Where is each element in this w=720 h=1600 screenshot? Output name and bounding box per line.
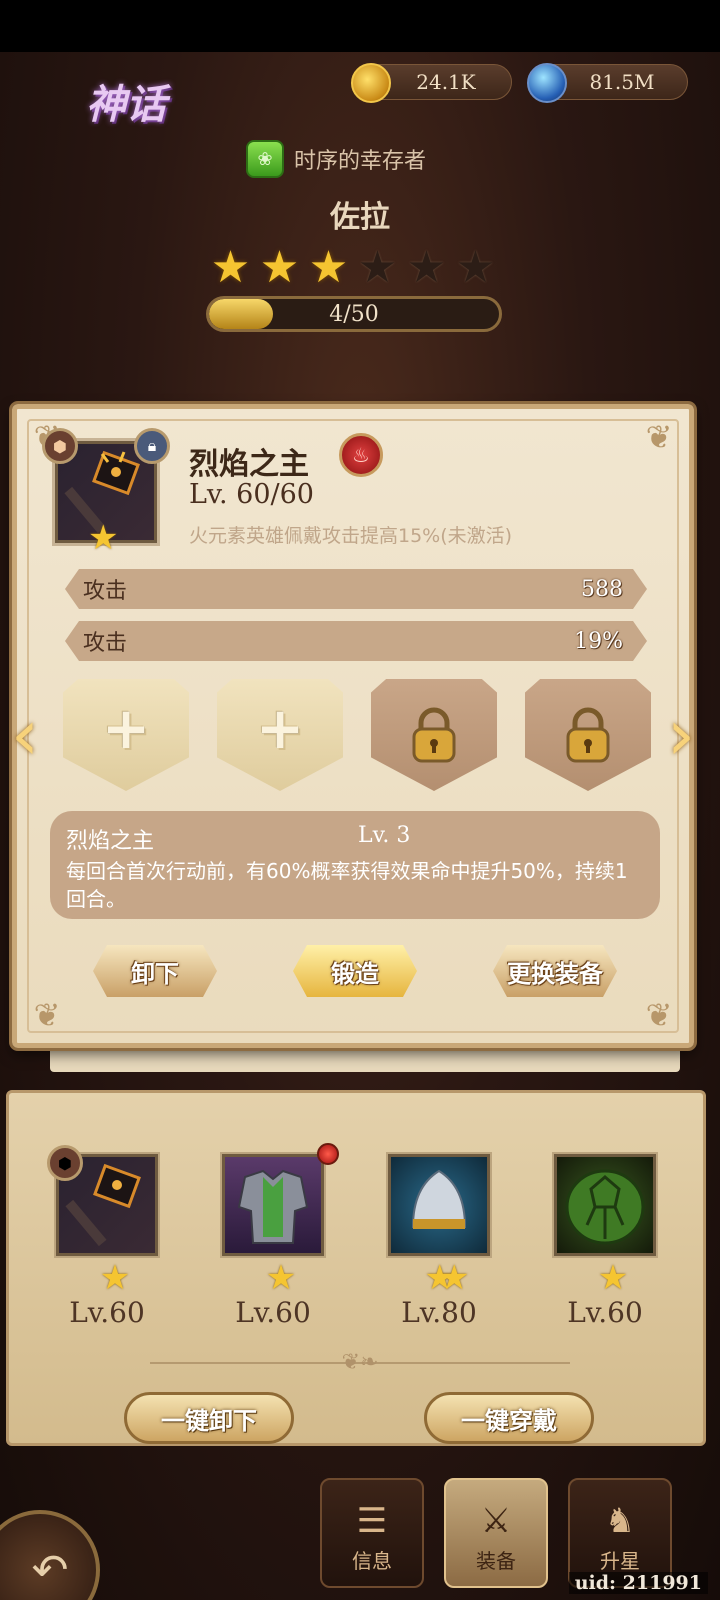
faction-icon: ❀: [246, 140, 284, 178]
user-id: uid: 211991: [568, 1572, 708, 1594]
unequip-button[interactable]: 卸下: [93, 945, 217, 997]
slot-level: Lv.60: [69, 1296, 145, 1329]
gold-coin-icon: [351, 63, 391, 103]
star-filled-icon: ★: [210, 242, 251, 293]
tab-star-up-label: 升星: [600, 1549, 640, 1573]
stat-label: 攻击: [83, 631, 128, 656]
plus-icon: +: [101, 694, 151, 762]
equip-slot-weapon[interactable]: ⬢: [47, 1145, 158, 1256]
gem-currency[interactable]: 81.5M: [527, 63, 688, 103]
equip-slot-helmet[interactable]: [388, 1154, 490, 1256]
info-icon: ☰: [356, 1501, 388, 1541]
armor-icon: [225, 1157, 321, 1253]
star-empty-icon: ★: [357, 242, 398, 293]
corner-ornament-icon: ❦: [645, 996, 673, 1034]
slot-stars: ★: [597, 1258, 628, 1298]
skill-name: 烈焰之主: [66, 829, 155, 854]
blue-gem-icon: [527, 63, 567, 103]
stat-value: 588: [581, 576, 623, 602]
equipment-icon: ⚔: [480, 1501, 512, 1541]
padlock-icon: [525, 707, 651, 778]
gold-currency[interactable]: 24.1K: [351, 63, 512, 103]
star-filled-icon: ★: [308, 242, 349, 293]
gem-slot-2[interactable]: +: [217, 679, 343, 791]
status-bar: [0, 0, 720, 52]
tab-equipment-label: 装备: [476, 1549, 516, 1573]
plus-icon: +: [255, 694, 305, 762]
rarity-label: 神话: [86, 81, 166, 128]
stat-label: 攻击: [83, 579, 128, 604]
gem-slot-4[interactable]: [525, 679, 651, 791]
slot-stars: ★: [265, 1258, 296, 1298]
gem-amount: 81.5M: [589, 70, 655, 94]
back-button[interactable]: ↶: [0, 1510, 100, 1600]
equip-all-button[interactable]: 一键穿戴: [424, 1392, 594, 1444]
item-level: Lv. 60/60: [189, 479, 314, 510]
corner-ornament-icon: ❦: [33, 996, 61, 1034]
tab-info-label: 信息: [352, 1549, 392, 1573]
forge-button[interactable]: 锻造: [293, 945, 417, 997]
next-item-arrow-icon[interactable]: ›: [659, 689, 703, 781]
stat-shelf-behind: [50, 1044, 680, 1072]
slot-stars: ★★: [424, 1258, 470, 1298]
notification-dot: [317, 1143, 339, 1165]
back-arrow-icon: ↶: [31, 1544, 69, 1596]
slot-level: Lv.60: [235, 1296, 311, 1329]
stat-row-attack-percent: 攻击 19%: [65, 621, 647, 661]
lock-toggle-icon[interactable]: 🔒︎: [134, 428, 170, 464]
slot-stars: ★: [99, 1258, 130, 1298]
skill-level: Lv. 3: [358, 823, 411, 848]
helmet-icon: [391, 1157, 487, 1253]
game-screen: 神话 24.1K 81.5M ❀ 时序的幸存者 佐拉 ★ ★ ★ ★ ★ ★ 4/50 ⬢: [0, 0, 720, 1600]
star-progress-bar: 4/50: [206, 296, 502, 332]
stat-row-attack: 攻击 588: [65, 569, 647, 609]
tab-info[interactable]: ☰ 信息: [320, 1478, 424, 1588]
hero-name: 佐拉: [330, 200, 390, 235]
weapon-type-badge-icon: ⬢: [42, 428, 78, 464]
slot-level: Lv.60: [567, 1296, 643, 1329]
star-filled-icon: ★: [259, 242, 300, 293]
prev-item-arrow-icon[interactable]: ‹: [3, 689, 47, 781]
corner-ornament-icon: ❦: [645, 418, 673, 456]
slot-level: Lv.80: [401, 1296, 477, 1329]
weapon-type-badge-icon: ⬢: [47, 1145, 83, 1181]
hero-star-rating: ★ ★ ★ ★ ★ ★: [208, 246, 498, 290]
equipment-detail-dialog: ❦ ❦ ❦ ❦ ⬢ 🔒︎ ★ 烈焰之主 ♨ Lv. 60/60 火元素英雄佩戴攻…: [11, 404, 695, 1048]
skill-description-box: 烈焰之主 Lv. 3 每回合首次行动前，有60%概率获得效果命中提升50%，持续…: [50, 811, 660, 919]
faction-label: ❀ 时序的幸存者: [246, 140, 426, 178]
gem-slot-1[interactable]: +: [63, 679, 189, 791]
fire-element-icon: ♨: [339, 433, 383, 477]
padlock-icon: [371, 707, 497, 778]
ornament-scroll-icon: ❦❧: [341, 1350, 379, 1375]
gold-amount: 24.1K: [416, 70, 476, 94]
equip-slot-accessory[interactable]: [554, 1154, 656, 1256]
skill-description: 每回合首次行动前，有60%概率获得效果命中提升50%，持续1回合。: [66, 859, 628, 911]
star-empty-icon: ★: [455, 242, 496, 293]
set-bonus-text: 火元素英雄佩戴攻击提高15%(未激活): [189, 525, 513, 547]
gem-slot-3[interactable]: [371, 679, 497, 791]
tab-equipment[interactable]: ⚔ 装备: [444, 1478, 548, 1588]
item-name: 烈焰之主: [189, 447, 309, 482]
replace-equipment-button[interactable]: 更换装备: [493, 945, 617, 997]
faction-name: 时序的幸存者: [294, 149, 427, 174]
star-up-icon: ♞: [604, 1501, 636, 1541]
star-empty-icon: ★: [406, 242, 447, 293]
stat-value: 19%: [574, 628, 623, 654]
star-progress-text: 4/50: [329, 301, 379, 327]
turtle-shell-icon: [557, 1157, 653, 1253]
equip-slot-armor[interactable]: [222, 1143, 339, 1256]
item-portrait: ⬢ 🔒︎ ★: [42, 428, 170, 558]
item-star-icon: ★: [88, 518, 119, 558]
unequip-all-button[interactable]: 一键卸下: [124, 1392, 294, 1444]
